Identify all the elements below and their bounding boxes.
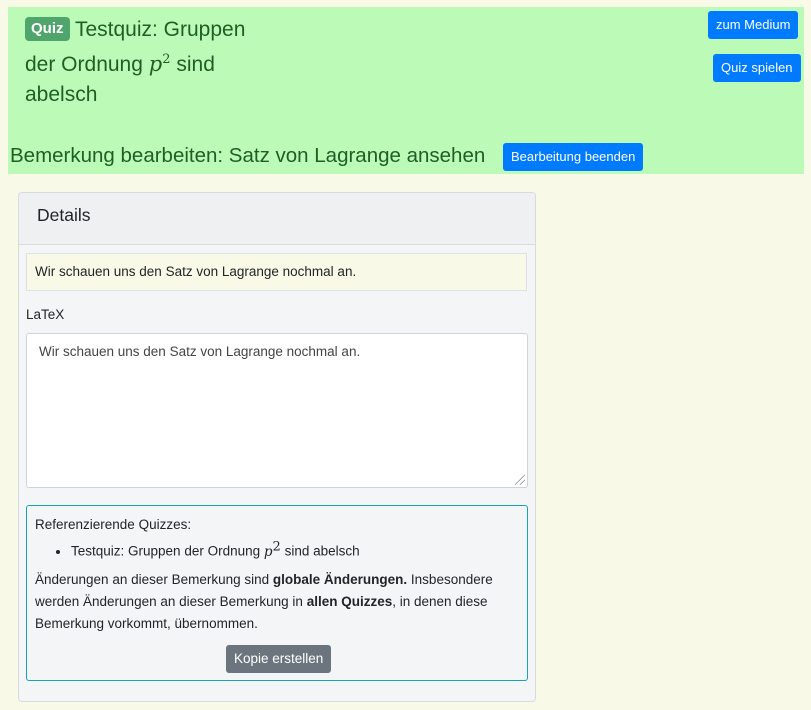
to-medium-button[interactable]: zum Medium (708, 11, 799, 39)
global-change-note: Änderungen an dieser Bemerkung sind glob… (35, 571, 493, 631)
remark-preview: Wir schauen uns den Satz von Lagrange no… (26, 253, 527, 291)
details-card-header: Details (19, 193, 535, 245)
details-title: Details (37, 205, 91, 225)
quiz-title-math: p2 (148, 52, 171, 76)
latex-textarea[interactable]: Wir schauen uns den Satz von Lagrange no… (26, 333, 528, 488)
referencing-quiz-math: p2 (263, 539, 281, 560)
referencing-list: Testquiz: Gruppen der Ordnung p2 sind ab… (35, 536, 519, 563)
latex-label: LaTeX (26, 307, 65, 322)
quiz-header: Quiz Testquiz: Gruppen der Ordnung p2 si… (8, 7, 804, 174)
quiz-badge: Quiz (25, 17, 70, 41)
quiz-title: Quiz Testquiz: Gruppen der Ordnung p2 si… (25, 15, 265, 110)
resize-handle-icon[interactable] (515, 475, 525, 485)
edit-remark-text: Bemerkung bearbeiten: Satz von Lagrange … (10, 144, 486, 167)
referencing-quizzes-box: Referenzierende Quizzes: Testquiz: Grupp… (26, 505, 528, 681)
edit-remark-heading: Bemerkung bearbeiten: Satz von Lagrange … (10, 142, 485, 170)
end-editing-button[interactable]: Bearbeitung beenden (503, 143, 644, 171)
referencing-heading: Referenzierende Quizzes: (35, 517, 192, 532)
referencing-quiz-item[interactable]: Testquiz: Gruppen der Ordnung p2 sind ab… (71, 536, 519, 563)
create-copy-button[interactable]: Kopie erstellen (226, 645, 332, 673)
latex-textarea-value: Wir schauen uns den Satz von Lagrange no… (39, 344, 361, 359)
play-quiz-button[interactable]: Quiz spielen (713, 54, 801, 82)
details-card: Details Wir schauen uns den Satz von Lag… (18, 192, 536, 702)
